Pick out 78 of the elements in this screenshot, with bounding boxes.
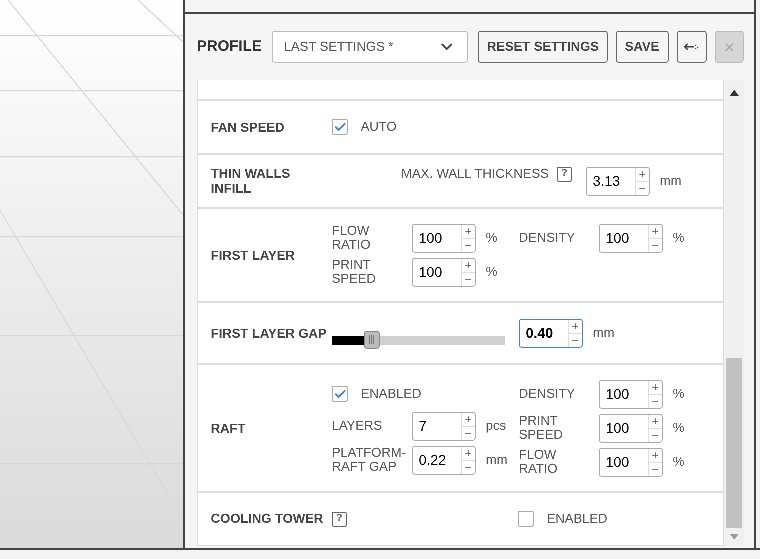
unit-label: mm <box>659 172 683 190</box>
number-field[interactable]: 0.40 <box>519 318 583 348</box>
unit-label: % <box>485 263 499 282</box>
number-field[interactable]: 0.22 <box>412 446 476 474</box>
unit-label: % <box>485 229 499 248</box>
plus-icon <box>464 226 473 236</box>
scroll-up-icon[interactable] <box>730 90 739 96</box>
field-label: DENSITY <box>519 231 576 245</box>
checkbox[interactable] <box>518 511 534 527</box>
plus-icon <box>571 322 580 330</box>
toolbar-button[interactable]: SAVE <box>616 31 669 63</box>
field-value: 3.13 <box>593 172 620 190</box>
plus-icon <box>651 450 660 460</box>
help-icon[interactable]: ? <box>557 166 572 182</box>
field-value: 7 <box>419 416 427 436</box>
plus-icon <box>464 448 473 458</box>
number-field[interactable]: 100 <box>412 258 476 286</box>
scroll-down-icon[interactable] <box>730 534 739 540</box>
unit-label: mm <box>485 451 509 470</box>
number-field[interactable]: 100 <box>599 224 663 252</box>
plus-icon <box>651 416 660 426</box>
checkbox[interactable] <box>332 386 348 402</box>
checkbox-label: AUTO <box>361 118 397 136</box>
field-value: 100 <box>419 228 442 248</box>
scrollbar[interactable] <box>724 80 744 546</box>
plus-icon <box>651 382 660 392</box>
number-field[interactable]: 100 <box>599 414 663 442</box>
field-label: LAYERS <box>332 419 384 433</box>
unit-label: % <box>672 385 686 404</box>
unit-label: mm <box>592 324 615 342</box>
checkbox[interactable] <box>332 119 348 135</box>
field-value: 100 <box>606 452 630 472</box>
section-title: THIN WALLS INFILL <box>211 166 292 196</box>
unit-label: % <box>672 229 686 248</box>
unit-label: pcs <box>485 417 508 436</box>
number-field[interactable]: 100 <box>599 448 663 476</box>
help-icon[interactable]: ? <box>332 512 347 526</box>
section-title: FAN SPEED <box>211 120 286 134</box>
profile-label: PROFILE <box>197 36 262 57</box>
unit-label: % <box>672 453 686 472</box>
field-value: 100 <box>419 262 442 282</box>
field-label: MAX. WALL THICKNESS <box>401 165 550 184</box>
profile-dropdown[interactable]: LAST SETTINGS * <box>272 31 468 63</box>
plus-icon <box>651 226 660 236</box>
section-title: FIRST LAYER GAP <box>211 326 328 340</box>
check-icon <box>334 388 346 400</box>
number-field[interactable]: 7 <box>412 412 476 440</box>
unit-label: % <box>672 419 686 438</box>
field-label: FLOW RATIO <box>519 448 559 476</box>
field-value: 100 <box>606 384 630 404</box>
plus-icon <box>638 170 648 178</box>
field-value: 0.22 <box>419 450 446 470</box>
number-field[interactable]: 100 <box>412 224 476 252</box>
scrollbar-thumb[interactable] <box>726 358 742 528</box>
slider-thumb[interactable] <box>364 330 380 348</box>
number-field[interactable]: 100 <box>599 380 663 408</box>
field-value: 0.40 <box>526 324 554 342</box>
export-button[interactable] <box>676 31 707 63</box>
checkbox-label: ENABLED <box>361 385 422 404</box>
field-label: FLOW RATIO <box>332 224 372 252</box>
plus-icon <box>464 260 473 270</box>
dropdown-value: LAST SETTINGS * <box>284 38 394 56</box>
section-title: COOLING TOWER <box>211 510 324 528</box>
checkbox-label: ENABLED <box>547 510 608 528</box>
toolbar-button[interactable]: RESET SETTINGS <box>478 31 608 63</box>
section-title: FIRST LAYER <box>211 248 296 262</box>
field-label: DENSITY <box>519 387 576 401</box>
arrow-left-icon <box>684 42 700 52</box>
check-icon <box>334 120 346 134</box>
field-label: PLATFORM-RAFT GAP <box>332 446 408 474</box>
close-icon <box>722 40 736 54</box>
field-label: PRINT SPEED <box>519 414 564 442</box>
section-title: RAFT <box>211 420 247 436</box>
field-label: PRINT SPEED <box>332 258 378 286</box>
field-value: 100 <box>606 228 630 248</box>
plus-icon <box>464 414 473 424</box>
field-value: 100 <box>606 418 630 438</box>
number-field[interactable]: 3.13 <box>586 166 650 196</box>
